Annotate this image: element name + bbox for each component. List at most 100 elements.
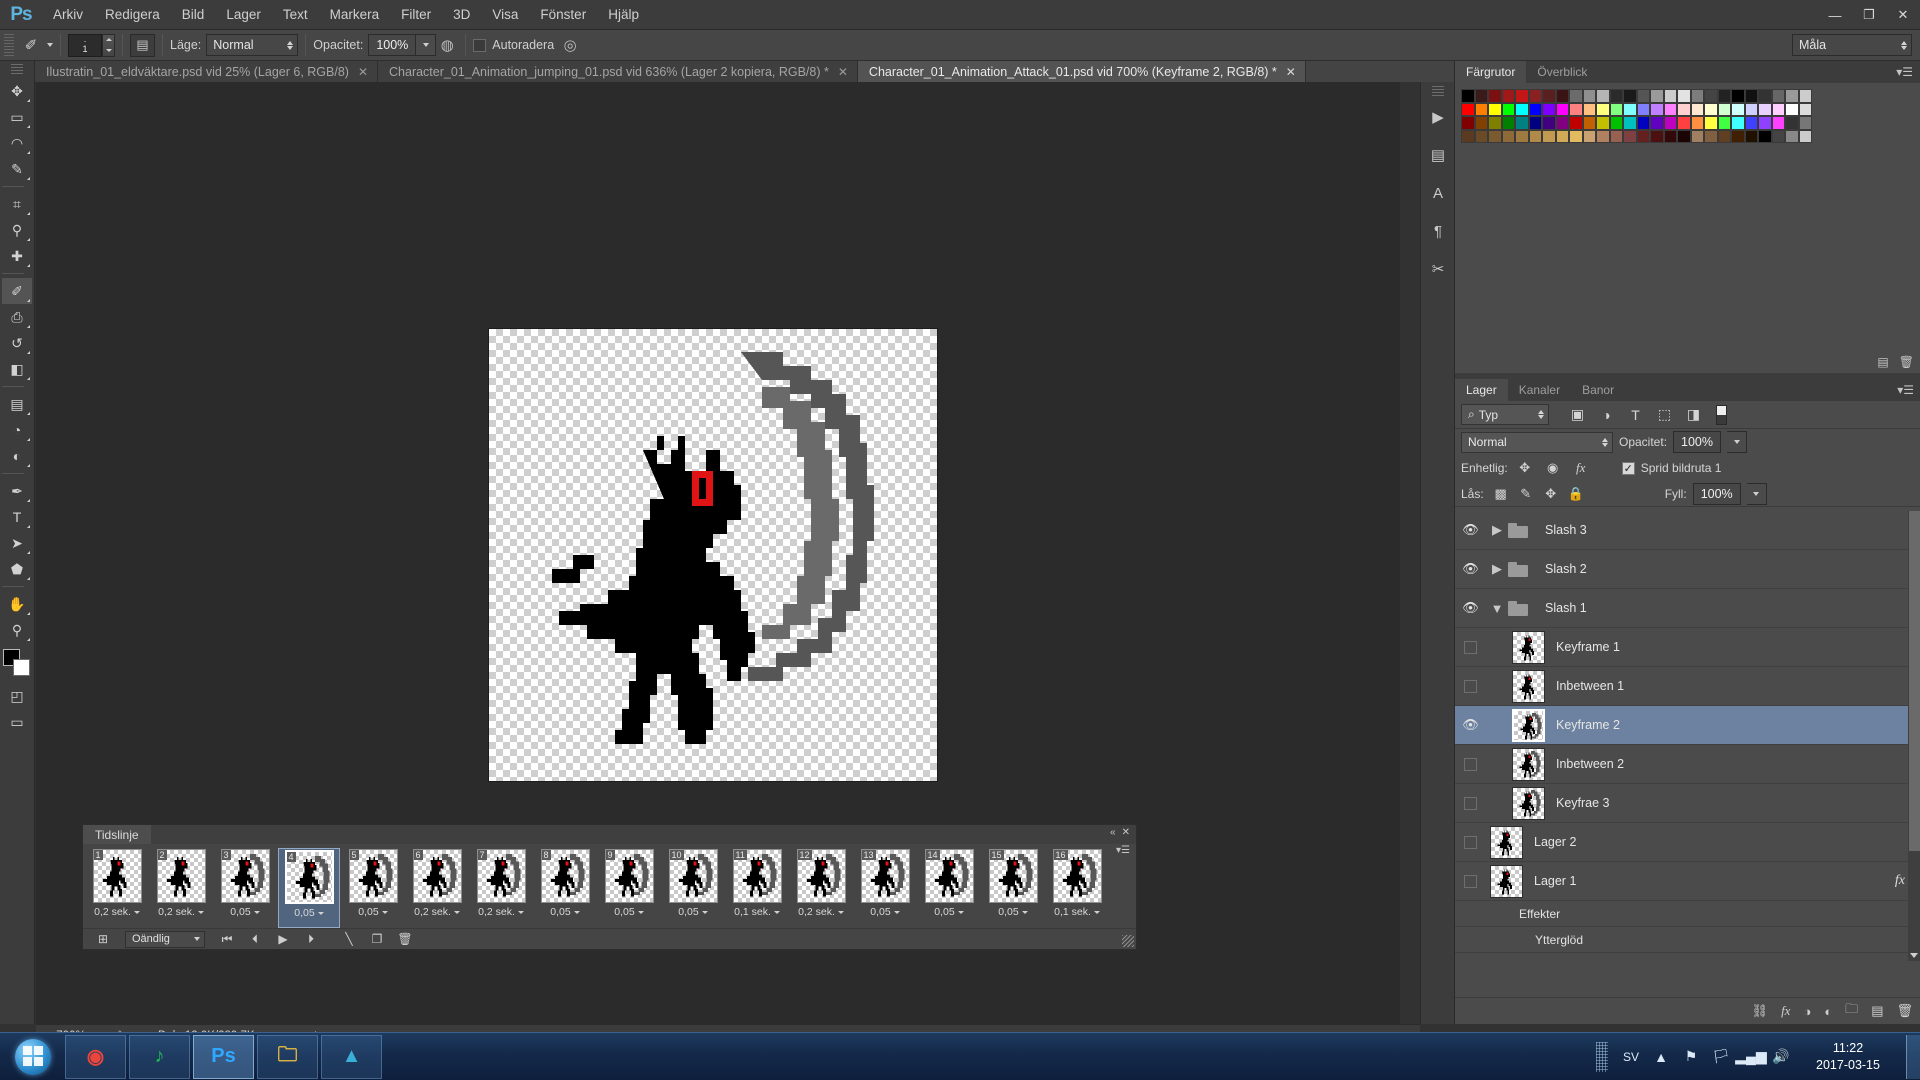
swatch-cell[interactable] — [1798, 116, 1812, 130]
tray-grip[interactable] — [1596, 1041, 1608, 1072]
frame-delay[interactable]: 0,05 — [550, 906, 580, 918]
path-selection-tool[interactable]: ➤ — [2, 530, 32, 556]
swatch-cell[interactable] — [1501, 129, 1515, 143]
timeline-frame[interactable]: 10 0,05 — [662, 848, 724, 928]
frame-delay[interactable]: 0,2 sek. — [798, 906, 844, 918]
action-center-icon[interactable]: 🏳 — [1706, 1048, 1736, 1065]
adjustments-panel-icon[interactable]: ✂ — [1421, 250, 1455, 288]
swatch-cell[interactable] — [1609, 129, 1623, 143]
document-tab-3[interactable]: Character_01_Animation_Attack_01.psd vid… — [857, 61, 1306, 82]
layer-row[interactable]: Lager 2 — [1455, 823, 1920, 862]
layer-visibility-toggle[interactable] — [1455, 874, 1486, 888]
swatch-cell[interactable] — [1717, 102, 1731, 116]
volume-icon[interactable]: 🔊 — [1766, 1048, 1796, 1065]
layer-row[interactable]: 👁 ▼ Slash 1 — [1455, 589, 1920, 628]
swatch-cell[interactable] — [1596, 116, 1610, 130]
swatch-cell[interactable] — [1650, 102, 1664, 116]
frame-delay[interactable]: 0,05 — [358, 906, 388, 918]
swatch-cell[interactable] — [1677, 89, 1691, 103]
layer-effects-badge[interactable]: fx — [1895, 873, 1905, 889]
frame-delay[interactable]: 0,05 — [678, 906, 708, 918]
delete-swatch-icon[interactable]: 🗑 — [1899, 355, 1914, 369]
paragraph-panel-icon[interactable]: ¶ — [1421, 212, 1455, 250]
clone-stamp-tool[interactable]: ⎙ — [2, 304, 32, 330]
timeline-frame[interactable]: 5 0,05 — [342, 848, 404, 928]
move-tool[interactable]: ✥ — [2, 78, 32, 104]
timeline-resize-grip[interactable] — [1122, 935, 1134, 947]
swatch-cell[interactable] — [1569, 116, 1583, 130]
swatch-cell[interactable] — [1528, 102, 1542, 116]
layer-list[interactable]: 👁 ▶ Slash 3 👁 ▶ Slash 2 👁 ▼ Slash 1 Keyframe 1 Inb… — [1455, 511, 1920, 961]
swatch-cell[interactable] — [1528, 116, 1542, 130]
frame-delay[interactable]: 0,05 — [934, 906, 964, 918]
swatch-cell[interactable] — [1677, 102, 1691, 116]
next-frame-button[interactable]: ⏵ — [297, 930, 325, 949]
swatch-cell[interactable] — [1704, 102, 1718, 116]
swatch-cell[interactable] — [1731, 89, 1745, 103]
swatch-cell[interactable] — [1488, 102, 1502, 116]
swatch-cell[interactable] — [1704, 129, 1718, 143]
timeline-frame[interactable]: 3 0,05 — [214, 848, 276, 928]
blur-tool[interactable]: ◔ — [2, 417, 32, 443]
layer-visibility-toggle[interactable]: 👁 — [1455, 717, 1486, 733]
swatch-cell[interactable] — [1623, 116, 1637, 130]
dock-grip[interactable] — [1431, 86, 1444, 96]
layer-visibility-toggle[interactable]: 👁 — [1455, 561, 1486, 577]
swatch-cell[interactable] — [1744, 129, 1758, 143]
swatch-cell[interactable] — [1650, 89, 1664, 103]
lock-image-icon[interactable]: ✎ — [1515, 484, 1537, 504]
network-signal-icon[interactable]: ▂▄▆ — [1735, 1048, 1766, 1065]
tab-banor[interactable]: Banor — [1571, 379, 1626, 401]
swatch-cell[interactable] — [1623, 89, 1637, 103]
tool-preset-chevron-icon[interactable] — [47, 43, 53, 47]
menu-arkiv[interactable]: Arkiv — [42, 0, 94, 30]
swatch-cell[interactable] — [1798, 102, 1812, 116]
timeline-frame[interactable]: 1 0,2 sek. — [86, 848, 148, 928]
taskbar-other[interactable]: ▲ — [321, 1034, 382, 1079]
frame-delay[interactable]: 0,2 sek. — [158, 906, 204, 918]
swatch-cell[interactable] — [1582, 116, 1596, 130]
link-layers-icon[interactable]: ⛓ — [1752, 1003, 1769, 1019]
document-canvas[interactable] — [489, 329, 937, 781]
layer-name[interactable]: Lager 1 — [1534, 874, 1576, 888]
layer-visibility-toggle[interactable] — [1455, 757, 1486, 771]
autoerase-checkbox[interactable] — [473, 38, 487, 52]
swatch-cell[interactable] — [1461, 102, 1475, 116]
swatch-cell[interactable] — [1555, 89, 1569, 103]
swatch-cell[interactable] — [1717, 116, 1731, 130]
layer-name[interactable]: Keyframe 1 — [1556, 640, 1620, 654]
frame-delay[interactable]: 0,05 — [870, 906, 900, 918]
menu-3d[interactable]: 3D — [442, 0, 481, 30]
pen-tool[interactable]: ✒ — [2, 478, 32, 504]
filter-adjustment-icon[interactable]: ◑ — [1592, 403, 1621, 427]
swatch-cell[interactable] — [1623, 129, 1637, 143]
layer-mask-icon[interactable]: ◑ — [1803, 1004, 1811, 1019]
swatch-cell[interactable] — [1758, 116, 1772, 130]
swatch-cell[interactable] — [1582, 129, 1596, 143]
lasso-tool[interactable]: ◠ — [2, 130, 32, 156]
collapse-icon[interactable]: « — [1110, 827, 1116, 838]
history-panel-icon[interactable]: ▶ — [1421, 98, 1455, 136]
swatch-cell[interactable] — [1569, 102, 1583, 116]
swatch-cell[interactable] — [1731, 102, 1745, 116]
swatch-cell[interactable] — [1785, 116, 1799, 130]
eyedropper-tool[interactable]: ⚲ — [2, 217, 32, 243]
layer-row[interactable]: 👁 Keyframe 2 — [1455, 706, 1920, 745]
taskbar-chrome[interactable]: ◉ — [65, 1034, 126, 1079]
frame-delay[interactable]: 0,05 — [998, 906, 1028, 918]
layer-style-icon[interactable]: fx — [1781, 1003, 1790, 1019]
menu-hj-lp[interactable]: Hjälp — [597, 0, 650, 30]
delete-layer-icon[interactable]: 🗑 — [1896, 1003, 1913, 1019]
layer-row[interactable]: Lager 1 fx — [1455, 862, 1920, 901]
layer-row[interactable]: Keyfrae 3 — [1455, 784, 1920, 823]
layer-name[interactable]: Keyfrae 3 — [1556, 796, 1610, 810]
options-bar-grip[interactable] — [4, 34, 14, 56]
brush-tool[interactable]: ✐ — [2, 278, 32, 304]
frame-delay[interactable]: 0,05 — [230, 906, 260, 918]
swatch-cell[interactable] — [1488, 116, 1502, 130]
frame-delay[interactable]: 0,05 — [294, 907, 324, 919]
filter-shape-icon[interactable]: ⬚ — [1650, 403, 1679, 427]
swatch-cell[interactable] — [1501, 102, 1515, 116]
menu-redigera[interactable]: Redigera — [94, 0, 171, 30]
timeline-tab[interactable]: Tidslinje — [83, 825, 151, 844]
